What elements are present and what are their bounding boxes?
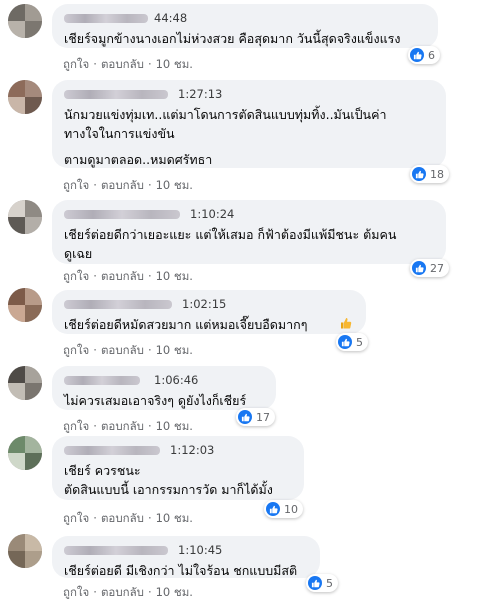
timestamp[interactable]: 1:10:24: [190, 207, 234, 221]
thumbs-up-emoji: [341, 318, 352, 329]
comment-text: เชียร์จมูกข้างนางเอกไม่ห่วงสวย คือสุดมาก…: [64, 31, 401, 46]
reaction-count[interactable]: 10: [264, 500, 303, 518]
reaction-number: 17: [256, 410, 270, 424]
comment-actions: ถูกใจ · ตอบกลับ · 10 ชม.: [63, 56, 193, 74]
avatar[interactable]: [8, 200, 42, 234]
comment-text: ไม่ควรเสมอเอาจริงๆ ดูยังไงก็เชียร์: [64, 393, 247, 408]
comment-bubble: 1:10:24 เชียร์ต่อยดีกว่าเยอะแยะ แต่ให้เส…: [52, 200, 446, 264]
comment-bubble: 1:02:15 เชียร์ต่อยดีหมัดสวยมาก แต่หมอเจี…: [52, 290, 366, 334]
reaction-count[interactable]: 5: [336, 333, 368, 351]
reaction-number: 5: [356, 335, 363, 349]
reply-link[interactable]: ตอบกลับ: [101, 510, 144, 528]
reply-link[interactable]: ตอบกลับ: [101, 584, 144, 602]
reply-link[interactable]: ตอบกลับ: [101, 268, 144, 286]
reaction-count[interactable]: 5: [306, 574, 338, 592]
comment-age[interactable]: 10 ชม.: [156, 510, 193, 528]
timestamp[interactable]: 1:12:03: [170, 443, 214, 457]
author-name-redacted[interactable]: [64, 446, 160, 455]
reaction-count[interactable]: 6: [408, 46, 440, 64]
comment-actions: ถูกใจ · ตอบกลับ · 10 ชม.: [63, 342, 193, 360]
reaction-count[interactable]: 27: [410, 259, 449, 277]
like-icon: [238, 410, 252, 424]
author-name-redacted[interactable]: [64, 300, 172, 309]
timestamp[interactable]: 1:27:13: [178, 87, 222, 101]
comment-bubble: 1:27:13 นักมวยแข่งทุ่มเท..แต่มาโดนการตัด…: [52, 80, 446, 168]
like-icon: [412, 261, 426, 275]
like-icon: [412, 167, 426, 181]
like-link[interactable]: ถูกใจ: [63, 584, 89, 602]
comment-actions: ถูกใจ · ตอบกลับ · 10 ชม.: [63, 177, 193, 195]
comment-age[interactable]: 10 ชม.: [156, 342, 193, 360]
reaction-number: 18: [430, 167, 444, 181]
comment-bubble: 44:48 เชียร์จมูกข้างนางเอกไม่ห่วงสวย คือ…: [52, 4, 438, 48]
reaction-number: 5: [326, 576, 333, 590]
like-icon: [266, 502, 280, 516]
like-icon: [308, 576, 322, 590]
comment-age[interactable]: 10 ชม.: [156, 268, 193, 286]
author-name-redacted[interactable]: [64, 14, 148, 23]
like-link[interactable]: ถูกใจ: [63, 177, 89, 195]
comment-text: เชียร์ต่อยดีหมัดสวยมาก แต่หมอเจี๊ยบอืดมา…: [64, 317, 308, 332]
comment-actions: ถูกใจ · ตอบกลับ · 10 ชม.: [63, 418, 193, 436]
avatar[interactable]: [8, 534, 42, 568]
comment-text: เชียร์ต่อยดี มีเชิงกว่า ไม่ใจร้อน ชกแบบม…: [64, 563, 298, 578]
author-name-redacted[interactable]: [64, 546, 168, 555]
reaction-number: 27: [430, 261, 444, 275]
like-icon: [338, 335, 352, 349]
comment-age[interactable]: 10 ชม.: [156, 584, 193, 602]
author-name-redacted[interactable]: [64, 90, 168, 99]
comment-actions: ถูกใจ · ตอบกลับ · 10 ชม.: [63, 510, 193, 528]
comment-bubble: 1:12:03 เชียร์ ควรชนะ ตัดสินแบบนี้ เอากร…: [52, 436, 304, 500]
avatar[interactable]: [8, 80, 42, 114]
avatar[interactable]: [8, 4, 42, 38]
reaction-number: 10: [284, 502, 298, 516]
like-icon: [410, 48, 424, 62]
comment-bubble: 1:06:46 ไม่ควรเสมอเอาจริงๆ ดูยังไงก็เชีย…: [52, 366, 276, 410]
reaction-count[interactable]: 18: [410, 165, 449, 183]
avatar[interactable]: [8, 366, 42, 400]
comment-text: ทางใจในการแข่งขัน: [64, 126, 175, 141]
comment-bubble: 1:10:45 เชียร์ต่อยดี มีเชิงกว่า ไม่ใจร้อ…: [52, 536, 320, 578]
comment-actions: ถูกใจ · ตอบกลับ · 10 ชม.: [63, 584, 193, 602]
reply-link[interactable]: ตอบกลับ: [101, 56, 144, 74]
comment-age[interactable]: 10 ชม.: [156, 177, 193, 195]
author-name-redacted[interactable]: [64, 376, 140, 385]
comment-age[interactable]: 10 ชม.: [156, 418, 193, 436]
like-link[interactable]: ถูกใจ: [63, 418, 89, 436]
comment-text: เชียร์ ควรชนะ: [64, 463, 141, 478]
reaction-number: 6: [428, 48, 435, 62]
like-link[interactable]: ถูกใจ: [63, 268, 89, 286]
comment-age[interactable]: 10 ชม.: [156, 56, 193, 74]
timestamp[interactable]: 1:10:45: [178, 543, 222, 557]
comment-text: ตัดสินแบบนี้ เอากรรมการวัด มาก็ได้มั้ง: [64, 482, 273, 497]
like-link[interactable]: ถูกใจ: [63, 510, 89, 528]
comment-text: ตามดูมาตลอด..หมดศรัทธา: [64, 152, 213, 167]
timestamp[interactable]: 1:02:15: [182, 297, 226, 311]
comment-text: ดูเฉย: [64, 246, 93, 261]
timestamp[interactable]: 1:06:46: [154, 373, 198, 387]
reply-link[interactable]: ตอบกลับ: [101, 177, 144, 195]
avatar[interactable]: [8, 436, 42, 470]
like-link[interactable]: ถูกใจ: [63, 342, 89, 360]
like-link[interactable]: ถูกใจ: [63, 56, 89, 74]
avatar[interactable]: [8, 288, 42, 322]
comment-text: เชียร์ต่อยดีกว่าเยอะแยะ แต่ให้เสมอ ก็ฟ้า…: [64, 227, 397, 242]
reply-link[interactable]: ตอบกลับ: [101, 342, 144, 360]
comment-actions: ถูกใจ · ตอบกลับ · 10 ชม.: [63, 268, 193, 286]
reaction-count[interactable]: 17: [236, 408, 275, 426]
author-name-redacted[interactable]: [64, 210, 180, 219]
reply-link[interactable]: ตอบกลับ: [101, 418, 144, 436]
comment-text: นักมวยแข่งทุ่มเท..แต่มาโดนการตัดสินแบบทุ…: [64, 107, 387, 122]
timestamp[interactable]: 44:48: [154, 11, 187, 25]
